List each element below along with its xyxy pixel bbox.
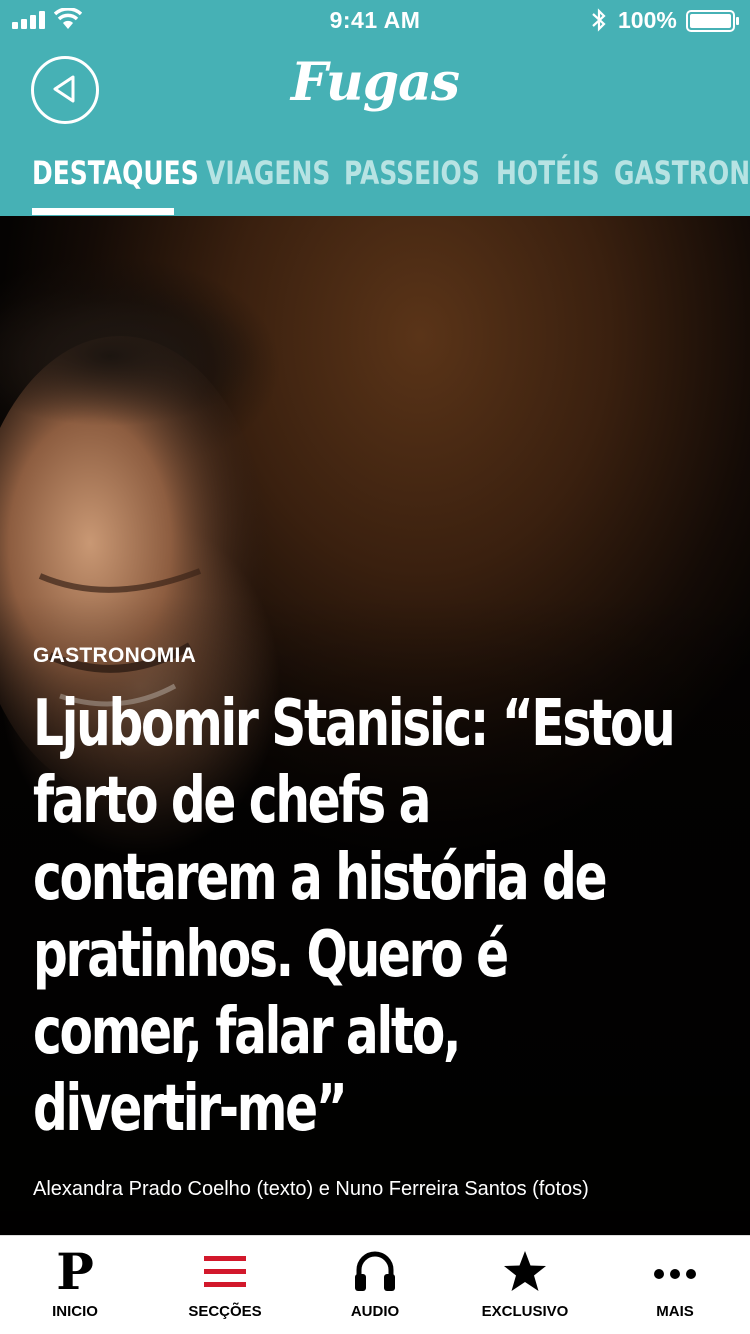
article-title-line: comer, falar alto, [33,995,461,1069]
section-tabs: DESTAQUES VIAGENS PASSEIOS HOTÉIS GASTRO… [0,150,750,216]
bottom-nav: P INICIO SECÇÕES AUDIO EXCLUSIVO MAIS [0,1235,750,1334]
article-authors: Alexandra Prado Coelho (texto) e Nuno Fe… [33,1178,589,1200]
article-title-line: pratinhos. Quero é [33,918,509,992]
more-dots-icon [600,1248,750,1296]
nav-label: EXCLUSIVO [481,1303,569,1320]
nav-mais[interactable]: MAIS [600,1236,750,1334]
nav-label: AUDIO [350,1303,400,1320]
app-screen: 9:41 AM 100% Fugas DESTAQUES VIAGENS PAS… [0,0,750,1334]
header: 9:41 AM 100% Fugas DESTAQUES VIAGENS PAS… [0,0,750,216]
article-title-line: contarem a história de [33,841,608,915]
status-bar: 9:41 AM 100% [0,0,750,40]
star-icon [450,1248,600,1296]
nav-exclusivo[interactable]: EXCLUSIVO [450,1236,600,1334]
publico-p-icon: P [56,1242,94,1301]
nav-seccoes[interactable]: SECÇÕES [150,1236,300,1334]
active-tab-indicator [32,208,174,215]
menu-lines-icon [150,1248,300,1296]
nav-label: MAIS [656,1303,694,1320]
tab-passeios[interactable]: PASSEIOS [344,154,480,192]
hero-article[interactable]: GASTRONOMIA Ljubomir Stanisic: “Estou fa… [0,216,750,1235]
nav-label: SECÇÕES [188,1303,262,1320]
article-title-line: divertir-me” [33,1072,348,1146]
article-title-line: farto de chefs a [33,764,431,838]
article-title-line: Ljubomir Stanisic: “Estou [33,687,676,761]
article-title[interactable]: Ljubomir Stanisic: “Estou farto de chefs… [33,686,709,1148]
nav-inicio[interactable]: P INICIO [0,1236,150,1334]
tab-viagens[interactable]: VIAGENS [206,154,330,192]
nav-audio[interactable]: AUDIO [300,1236,450,1334]
nav-label: INICIO [52,1303,98,1320]
article-category[interactable]: GASTRONOMIA [33,644,196,668]
headphones-icon [300,1248,450,1296]
tab-gastronomia[interactable]: GASTRONOMIA [614,154,750,192]
fugas-logo[interactable]: Fugas [0,52,750,113]
battery-percentage: 100% [618,7,677,33]
tab-destaques[interactable]: DESTAQUES [32,154,199,192]
bluetooth-icon [592,8,606,32]
battery-icon [686,10,739,32]
tab-hoteis[interactable]: HOTÉIS [496,154,599,192]
